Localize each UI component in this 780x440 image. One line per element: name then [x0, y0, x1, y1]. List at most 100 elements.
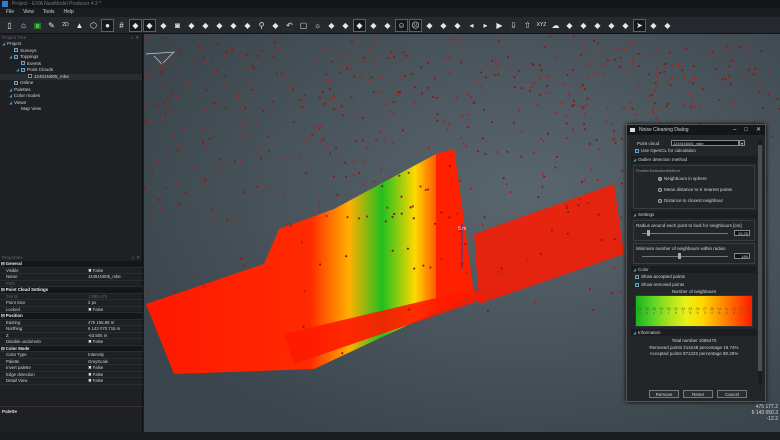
- minimum-slider-thumb[interactable]: [678, 253, 681, 259]
- menu-help[interactable]: Help: [64, 8, 74, 17]
- property-value[interactable]: ✖ False: [86, 365, 143, 371]
- pin-close-icon[interactable]: ⊥ ✕: [130, 34, 139, 41]
- property-value[interactable]: ✖ False: [86, 268, 143, 274]
- property-value[interactable]: -63.505 m: [86, 333, 143, 339]
- checkbox[interactable]: [14, 54, 18, 59]
- pin-search-icon[interactable]: ◆: [270, 20, 281, 31]
- show-accepted-checkbox[interactable]: [635, 274, 639, 279]
- menu-tools[interactable]: Tools: [43, 8, 55, 17]
- remove-point-icon[interactable]: ◆: [438, 20, 449, 31]
- property-value[interactable]: [86, 281, 143, 287]
- grid-icon[interactable]: #: [116, 20, 127, 31]
- checkbox[interactable]: [21, 67, 25, 72]
- property-value[interactable]: Intensity: [86, 352, 143, 358]
- property-value[interactable]: ✖ False: [86, 372, 143, 378]
- dialog-scrollbar[interactable]: [758, 139, 762, 385]
- radius-slider-thumb[interactable]: [647, 230, 651, 236]
- property-row[interactable]: Detail View ✖ False: [0, 378, 143, 385]
- clapper-icon[interactable]: ◆: [452, 20, 463, 31]
- minimum-slider[interactable]: 189: [636, 253, 752, 259]
- profile-icon[interactable]: ◆: [200, 20, 211, 31]
- ruler-icon[interactable]: ◆: [186, 20, 197, 31]
- profile2-icon[interactable]: ◆: [214, 20, 225, 31]
- image-icon[interactable]: ◆: [158, 20, 169, 31]
- radio-button[interactable]: [658, 198, 662, 203]
- palette-icon[interactable]: ◆: [326, 20, 337, 31]
- method-option[interactable]: Neighbours in sphere: [636, 173, 752, 184]
- point-cloud-select[interactable]: J2491N005_mbe: [671, 140, 739, 146]
- point-cloud-icon[interactable]: ●: [101, 18, 114, 32]
- grid-surface-icon[interactable]: ◆: [143, 18, 156, 32]
- up-icon[interactable]: ⇧: [522, 20, 533, 31]
- minimum-value-input[interactable]: 189: [734, 253, 750, 259]
- cluster-icon[interactable]: ◆: [606, 20, 617, 31]
- method-option[interactable]: Mean distance to K nearest points: [636, 184, 752, 195]
- face-happy-icon[interactable]: ☺: [395, 18, 408, 32]
- scrollbar-thumb[interactable]: [758, 145, 762, 371]
- open-icon[interactable]: ⌂: [18, 20, 29, 31]
- 2d-icon[interactable]: 2D: [60, 20, 71, 31]
- radius-slider[interactable]: 29.25: [636, 230, 752, 236]
- reset-button[interactable]: Reset: [683, 390, 713, 398]
- checkbox[interactable]: [28, 74, 32, 79]
- outlier-section-header[interactable]: ◢ Outlier detection method: [631, 156, 757, 163]
- play-icon[interactable]: ▶: [494, 20, 505, 31]
- pin-icon[interactable]: ⚲: [256, 20, 267, 31]
- menu-file[interactable]: File: [6, 8, 14, 17]
- menu-view[interactable]: View: [23, 8, 34, 17]
- property-value[interactable]: 475 166.88 m: [86, 320, 143, 326]
- opencl-option[interactable]: Use OpenCL for calculation: [631, 147, 757, 154]
- settings-section-header[interactable]: ◢ Settings: [631, 211, 757, 218]
- show-removed-option[interactable]: Show removed points: [631, 281, 757, 289]
- add-point-icon[interactable]: ◆: [424, 20, 435, 31]
- property-value[interactable]: GreyScale: [86, 359, 143, 365]
- square-icon[interactable]: ◆: [353, 18, 366, 32]
- property-value[interactable]: J2491N005_mbe: [86, 274, 143, 280]
- remove-button[interactable]: Remove: [649, 390, 679, 398]
- checkbox[interactable]: [14, 48, 18, 53]
- down-icon[interactable]: ⇩: [508, 20, 519, 31]
- save-icon[interactable]: ▣: [32, 20, 43, 31]
- info-section-header[interactable]: ◢ Information: [631, 329, 757, 336]
- checkbox[interactable]: [14, 80, 18, 85]
- scatter-icon[interactable]: ◆: [382, 20, 393, 31]
- undo-path-icon[interactable]: ↶: [284, 20, 295, 31]
- sun-icon[interactable]: ☼: [312, 20, 323, 31]
- layers-icon[interactable]: ◆: [592, 20, 603, 31]
- cloud-icon[interactable]: ☁: [550, 20, 561, 31]
- method-option[interactable]: Distance to closest neighbour: [636, 195, 752, 206]
- 3d-box-icon[interactable]: ⬡: [88, 20, 99, 31]
- paint-icon[interactable]: ◆: [340, 20, 351, 31]
- forward-icon[interactable]: ▸: [480, 20, 491, 31]
- add-point2-icon[interactable]: ◆: [564, 20, 575, 31]
- tree-item-map-view[interactable]: Map View: [0, 106, 142, 113]
- minimize-icon[interactable]: –: [733, 125, 736, 135]
- outline-icon[interactable]: ◆: [129, 18, 142, 32]
- radio-button[interactable]: [658, 187, 662, 192]
- opencl-checkbox[interactable]: [635, 148, 639, 153]
- cloud-up-icon[interactable]: ◆: [648, 20, 659, 31]
- connect-icon[interactable]: ✎: [46, 20, 57, 31]
- new-icon[interactable]: ▯: [4, 20, 15, 31]
- crop-icon[interactable]: ▢: [298, 20, 309, 31]
- shield-icon[interactable]: ◆: [620, 20, 631, 31]
- camera-icon[interactable]: ◙: [172, 20, 183, 31]
- profile3-icon[interactable]: ◆: [228, 20, 239, 31]
- property-value[interactable]: ✖ False: [86, 307, 143, 313]
- pointer-icon[interactable]: ➤: [633, 18, 646, 32]
- remove-point2-icon[interactable]: ◆: [578, 20, 589, 31]
- radio-button[interactable]: [658, 176, 662, 181]
- path-icon[interactable]: ◆: [242, 20, 253, 31]
- show-accepted-option[interactable]: Show accepted points: [631, 273, 757, 281]
- xyz-cloud-icon[interactable]: XYZ: [536, 20, 547, 31]
- brush-icon[interactable]: ◆: [368, 20, 379, 31]
- face-sad-icon[interactable]: ☹: [409, 18, 422, 32]
- property-value[interactable]: 1 085 470: [86, 294, 143, 300]
- checkbox[interactable]: [21, 61, 25, 66]
- pin-close-icon[interactable]: ⊥ ✕: [131, 254, 140, 261]
- rewind-icon[interactable]: ◂: [466, 20, 477, 31]
- north-icon[interactable]: ▲: [74, 20, 85, 31]
- color-section-header[interactable]: ◢ Color: [631, 266, 757, 273]
- close-icon[interactable]: ✕: [756, 125, 761, 135]
- show-removed-checkbox[interactable]: [635, 282, 639, 287]
